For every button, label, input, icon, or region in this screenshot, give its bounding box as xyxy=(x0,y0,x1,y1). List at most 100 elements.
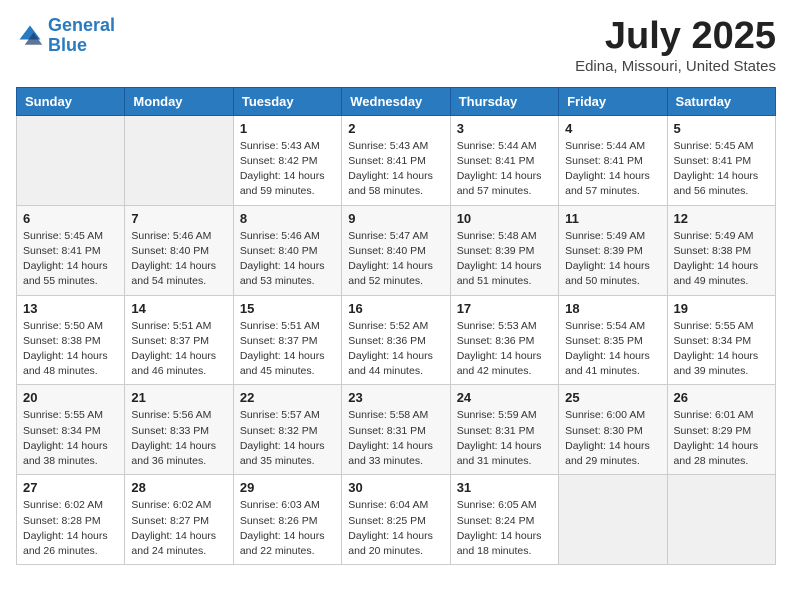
day-number: 12 xyxy=(674,211,769,226)
day-info: Sunrise: 5:49 AMSunset: 8:39 PMDaylight:… xyxy=(565,229,660,290)
day-cell: 26 Sunrise: 6:01 AMSunset: 8:29 PMDayligh… xyxy=(667,385,775,475)
day-cell: 14 Sunrise: 5:51 AMSunset: 8:37 PMDayligh… xyxy=(125,295,233,385)
calendar-body: 1 Sunrise: 5:43 AMSunset: 8:42 PMDaylight… xyxy=(17,115,776,564)
day-info: Sunrise: 5:51 AMSunset: 8:37 PMDaylight:… xyxy=(131,319,226,380)
day-cell: 12 Sunrise: 5:49 AMSunset: 8:38 PMDayligh… xyxy=(667,205,775,295)
day-info: Sunrise: 5:53 AMSunset: 8:36 PMDaylight:… xyxy=(457,319,552,380)
day-cell: 8Sunrise: 5:46 AMSunset: 8:40 PMDaylight… xyxy=(233,205,341,295)
day-info: Sunrise: 5:55 AMSunset: 8:34 PMDaylight:… xyxy=(23,408,118,469)
day-cell: 6Sunrise: 5:45 AMSunset: 8:41 PMDaylight… xyxy=(17,205,125,295)
day-cell xyxy=(125,115,233,205)
day-info: Sunrise: 5:52 AMSunset: 8:36 PMDaylight:… xyxy=(348,319,443,380)
day-number: 9 xyxy=(348,211,443,226)
column-header-monday: Monday xyxy=(125,87,233,115)
header-row: SundayMondayTuesdayWednesdayThursdayFrid… xyxy=(17,87,776,115)
day-info: Sunrise: 5:48 AMSunset: 8:39 PMDaylight:… xyxy=(457,229,552,290)
week-row-3: 13Sunrise: 5:50 AMSunset: 8:38 PMDayligh… xyxy=(17,295,776,385)
day-cell: 15 Sunrise: 5:51 AMSunset: 8:37 PMDayligh… xyxy=(233,295,341,385)
location: Edina, Missouri, United States xyxy=(575,58,776,75)
calendar: SundayMondayTuesdayWednesdayThursdayFrid… xyxy=(16,87,776,565)
day-number: 7 xyxy=(131,211,226,226)
day-info: Sunrise: 5:51 AMSunset: 8:37 PMDaylight:… xyxy=(240,319,335,380)
day-info: Sunrise: 5:43 AMSunset: 8:41 PMDaylight:… xyxy=(348,139,443,200)
column-header-thursday: Thursday xyxy=(450,87,558,115)
day-info: Sunrise: 5:58 AMSunset: 8:31 PMDaylight:… xyxy=(348,408,443,469)
logo-line1: General xyxy=(48,15,115,35)
day-number: 30 xyxy=(348,480,443,495)
day-info: Sunrise: 5:43 AMSunset: 8:42 PMDaylight:… xyxy=(240,139,335,200)
day-info: Sunrise: 5:46 AMSunset: 8:40 PMDaylight:… xyxy=(131,229,226,290)
day-cell: 11Sunrise: 5:49 AMSunset: 8:39 PMDayligh… xyxy=(559,205,667,295)
day-cell: 20 Sunrise: 5:55 AMSunset: 8:34 PMDayligh… xyxy=(17,385,125,475)
day-info: Sunrise: 6:02 AMSunset: 8:27 PMDaylight:… xyxy=(131,498,226,559)
day-info: Sunrise: 6:00 AMSunset: 8:30 PMDaylight:… xyxy=(565,408,660,469)
day-cell: 1 Sunrise: 5:43 AMSunset: 8:42 PMDaylight… xyxy=(233,115,341,205)
day-number: 14 xyxy=(131,301,226,316)
day-cell: 23 Sunrise: 5:58 AMSunset: 8:31 PMDayligh… xyxy=(342,385,450,475)
calendar-header: SundayMondayTuesdayWednesdayThursdayFrid… xyxy=(17,87,776,115)
day-cell: 9Sunrise: 5:47 AMSunset: 8:40 PMDaylight… xyxy=(342,205,450,295)
day-number: 5 xyxy=(674,121,769,136)
day-cell: 31Sunrise: 6:05 AMSunset: 8:24 PMDayligh… xyxy=(450,475,558,565)
day-number: 19 xyxy=(674,301,769,316)
day-number: 22 xyxy=(240,390,335,405)
day-info: Sunrise: 5:55 AMSunset: 8:34 PMDaylight:… xyxy=(674,319,769,380)
day-info: Sunrise: 6:03 AMSunset: 8:26 PMDaylight:… xyxy=(240,498,335,559)
day-cell: 19 Sunrise: 5:55 AMSunset: 8:34 PMDayligh… xyxy=(667,295,775,385)
column-header-saturday: Saturday xyxy=(667,87,775,115)
day-info: Sunrise: 6:05 AMSunset: 8:24 PMDaylight:… xyxy=(457,498,552,559)
column-header-tuesday: Tuesday xyxy=(233,87,341,115)
day-number: 26 xyxy=(674,390,769,405)
day-info: Sunrise: 5:44 AMSunset: 8:41 PMDaylight:… xyxy=(457,139,552,200)
day-number: 10 xyxy=(457,211,552,226)
day-number: 2 xyxy=(348,121,443,136)
day-info: Sunrise: 5:56 AMSunset: 8:33 PMDaylight:… xyxy=(131,408,226,469)
day-number: 24 xyxy=(457,390,552,405)
column-header-sunday: Sunday xyxy=(17,87,125,115)
week-row-5: 27 Sunrise: 6:02 AMSunset: 8:28 PMDayligh… xyxy=(17,475,776,565)
day-info: Sunrise: 5:49 AMSunset: 8:38 PMDaylight:… xyxy=(674,229,769,290)
day-info: Sunrise: 6:01 AMSunset: 8:29 PMDaylight:… xyxy=(674,408,769,469)
day-number: 28 xyxy=(131,480,226,495)
day-cell: 29 Sunrise: 6:03 AMSunset: 8:26 PMDayligh… xyxy=(233,475,341,565)
day-number: 15 xyxy=(240,301,335,316)
logo-text: General Blue xyxy=(48,16,115,56)
day-cell: 4 Sunrise: 5:44 AMSunset: 8:41 PMDaylight… xyxy=(559,115,667,205)
day-cell: 5 Sunrise: 5:45 AMSunset: 8:41 PMDaylight… xyxy=(667,115,775,205)
day-number: 21 xyxy=(131,390,226,405)
day-cell: 25Sunrise: 6:00 AMSunset: 8:30 PMDayligh… xyxy=(559,385,667,475)
day-number: 3 xyxy=(457,121,552,136)
day-info: Sunrise: 5:54 AMSunset: 8:35 PMDaylight:… xyxy=(565,319,660,380)
day-cell: 24 Sunrise: 5:59 AMSunset: 8:31 PMDayligh… xyxy=(450,385,558,475)
day-info: Sunrise: 6:02 AMSunset: 8:28 PMDaylight:… xyxy=(23,498,118,559)
week-row-4: 20 Sunrise: 5:55 AMSunset: 8:34 PMDayligh… xyxy=(17,385,776,475)
page-header: General Blue July 2025 Edina, Missouri, … xyxy=(16,16,776,75)
day-cell: 27 Sunrise: 6:02 AMSunset: 8:28 PMDayligh… xyxy=(17,475,125,565)
day-number: 20 xyxy=(23,390,118,405)
week-row-2: 6Sunrise: 5:45 AMSunset: 8:41 PMDaylight… xyxy=(17,205,776,295)
day-number: 13 xyxy=(23,301,118,316)
day-cell: 28 Sunrise: 6:02 AMSunset: 8:27 PMDayligh… xyxy=(125,475,233,565)
day-info: Sunrise: 5:59 AMSunset: 8:31 PMDaylight:… xyxy=(457,408,552,469)
day-number: 18 xyxy=(565,301,660,316)
day-number: 4 xyxy=(565,121,660,136)
logo-icon xyxy=(16,22,44,50)
day-number: 29 xyxy=(240,480,335,495)
day-number: 23 xyxy=(348,390,443,405)
day-info: Sunrise: 5:45 AMSunset: 8:41 PMDaylight:… xyxy=(674,139,769,200)
day-info: Sunrise: 5:44 AMSunset: 8:41 PMDaylight:… xyxy=(565,139,660,200)
day-cell: 3 Sunrise: 5:44 AMSunset: 8:41 PMDaylight… xyxy=(450,115,558,205)
day-number: 27 xyxy=(23,480,118,495)
column-header-wednesday: Wednesday xyxy=(342,87,450,115)
day-info: Sunrise: 6:04 AMSunset: 8:25 PMDaylight:… xyxy=(348,498,443,559)
day-cell xyxy=(17,115,125,205)
day-info: Sunrise: 5:45 AMSunset: 8:41 PMDaylight:… xyxy=(23,229,118,290)
column-header-friday: Friday xyxy=(559,87,667,115)
day-cell: 22 Sunrise: 5:57 AMSunset: 8:32 PMDayligh… xyxy=(233,385,341,475)
day-info: Sunrise: 5:57 AMSunset: 8:32 PMDaylight:… xyxy=(240,408,335,469)
day-cell: 17Sunrise: 5:53 AMSunset: 8:36 PMDayligh… xyxy=(450,295,558,385)
day-number: 1 xyxy=(240,121,335,136)
day-number: 16 xyxy=(348,301,443,316)
day-cell: 13Sunrise: 5:50 AMSunset: 8:38 PMDayligh… xyxy=(17,295,125,385)
day-cell: 2 Sunrise: 5:43 AMSunset: 8:41 PMDaylight… xyxy=(342,115,450,205)
